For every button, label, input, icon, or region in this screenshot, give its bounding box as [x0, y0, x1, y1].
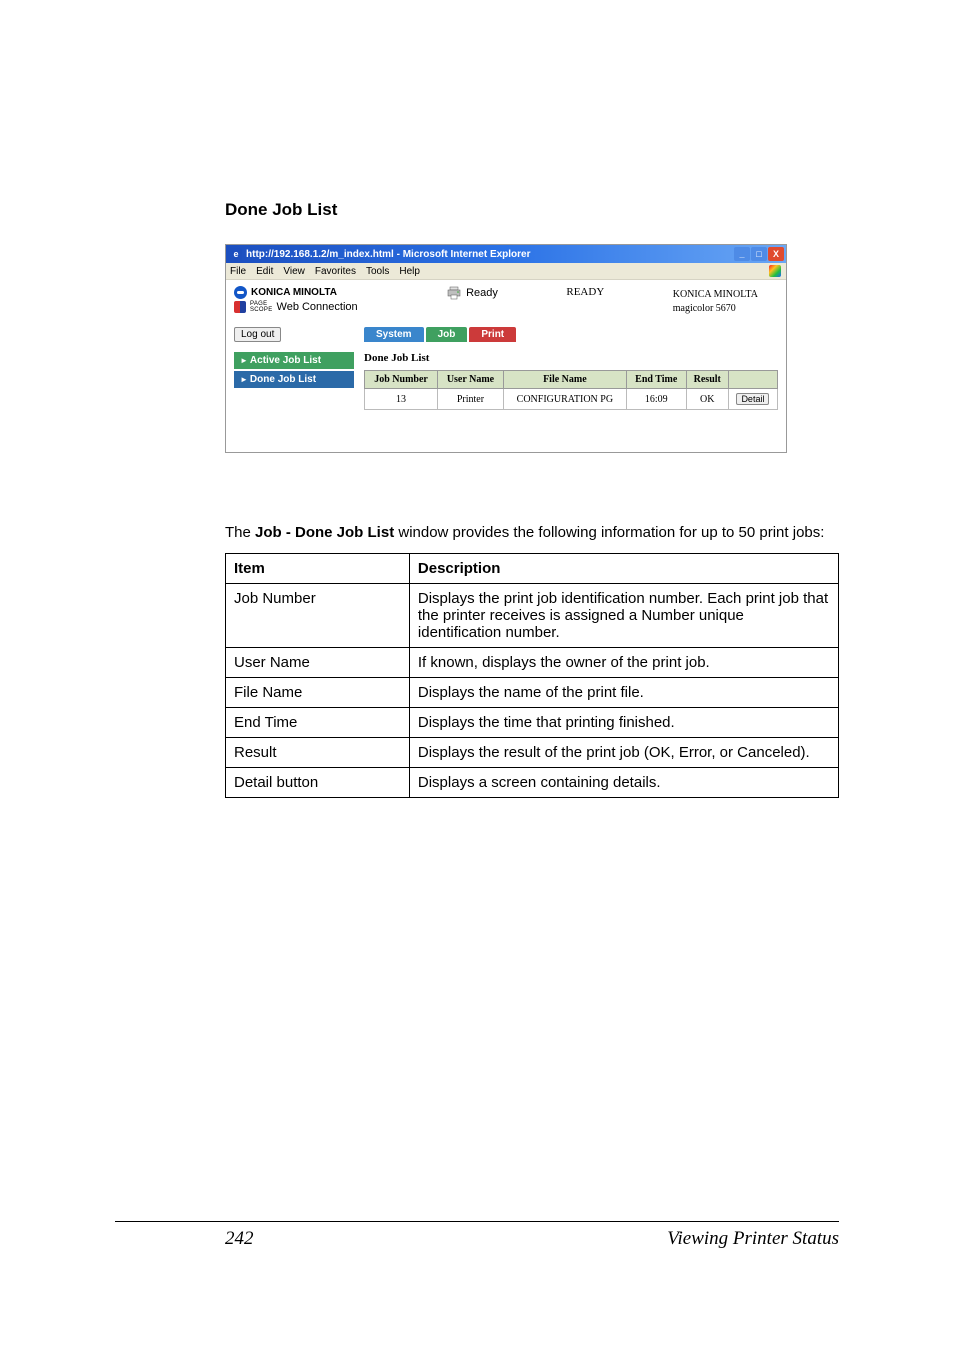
menu-edit[interactable]: Edit: [256, 266, 273, 277]
footer-label: Viewing Printer Status: [667, 1228, 839, 1250]
printer-icon: [446, 286, 462, 300]
desc-header-item: Item: [226, 554, 410, 584]
sidebar-item-active-jobs[interactable]: Active Job List: [234, 352, 354, 369]
cell-job-number: 13: [365, 389, 438, 410]
ready-center: READY: [566, 286, 604, 298]
brand-block: KONICA MINOLTA PAGE SCOPE Web Connection: [234, 286, 358, 313]
col-detail: [728, 371, 777, 389]
section-title: Done Job List: [225, 200, 839, 220]
description-table: Item Description Job Number Displays the…: [225, 553, 839, 798]
titlebar: e http://192.168.1.2/m_index.html - Micr…: [226, 245, 786, 263]
desc-row: Result Displays the result of the print …: [226, 738, 839, 768]
brand-dot-icon: [234, 286, 247, 299]
desc-row: Job Number Displays the print job identi…: [226, 584, 839, 648]
desc-value: Displays a screen containing details.: [409, 768, 838, 798]
desc-item: File Name: [226, 678, 410, 708]
model-block: KONICA MINOLTA magicolor 5670: [673, 286, 778, 315]
window-title: http://192.168.1.2/m_index.html - Micros…: [246, 249, 531, 260]
cell-file-name: CONFIGURATION PG: [503, 389, 626, 410]
panel-title: Done Job List: [364, 352, 778, 364]
intro-pre: The: [225, 524, 255, 541]
job-table: Job Number User Name File Name End Time …: [364, 370, 778, 410]
cell-end-time: 16:09: [626, 389, 686, 410]
side-menu: Active Job List Done Job List: [234, 352, 354, 388]
desc-value: If known, displays the owner of the prin…: [409, 648, 838, 678]
desc-item: End Time: [226, 708, 410, 738]
menu-favorites[interactable]: Favorites: [315, 266, 356, 277]
desc-row: User Name If known, displays the owner o…: [226, 648, 839, 678]
desc-value: Displays the result of the print job (OK…: [409, 738, 838, 768]
tab-print[interactable]: Print: [469, 327, 516, 342]
tab-job[interactable]: Job: [426, 327, 468, 342]
desc-item: Result: [226, 738, 410, 768]
desc-item: Detail button: [226, 768, 410, 798]
col-end-time: End Time: [626, 371, 686, 389]
col-file-name: File Name: [503, 371, 626, 389]
menu-file[interactable]: File: [230, 266, 246, 277]
desc-row: Detail button Displays a screen containi…: [226, 768, 839, 798]
page-footer: 242 Viewing Printer Status: [115, 1221, 839, 1250]
window-buttons: _ □ X: [734, 247, 784, 261]
browser-window: e http://192.168.1.2/m_index.html - Micr…: [225, 244, 787, 453]
menubar: File Edit View Favorites Tools Help: [226, 263, 786, 280]
ie-logo-icon: [768, 264, 782, 278]
detail-button[interactable]: Detail: [736, 393, 769, 405]
maximize-button[interactable]: □: [751, 247, 767, 261]
page-content: KONICA MINOLTA PAGE SCOPE Web Connection…: [226, 280, 786, 452]
menu-help[interactable]: Help: [399, 266, 420, 277]
desc-header-row: Item Description: [226, 554, 839, 584]
menu-tools[interactable]: Tools: [366, 266, 389, 277]
desc-value: Displays the print job identification nu…: [409, 584, 838, 648]
brand-name: KONICA MINOLTA: [251, 287, 337, 298]
desc-value: Displays the name of the print file.: [409, 678, 838, 708]
job-table-row: 13 Printer CONFIGURATION PG 16:09 OK Det…: [365, 389, 778, 410]
status-block: Ready: [446, 286, 498, 300]
col-user-name: User Name: [438, 371, 504, 389]
tabs: System Job Print: [364, 327, 778, 342]
status-label: Ready: [466, 287, 498, 299]
intro-post: window provides the following informatio…: [394, 524, 824, 541]
intro-paragraph: The Job - Done Job List window provides …: [225, 523, 839, 543]
pagescope-icon: [234, 301, 246, 313]
model-line2: magicolor 5670: [673, 302, 758, 316]
col-result: Result: [686, 371, 728, 389]
menu-view[interactable]: View: [283, 266, 305, 277]
col-job-number: Job Number: [365, 371, 438, 389]
desc-value: Displays the time that printing finished…: [409, 708, 838, 738]
page: Done Job List e http://192.168.1.2/m_ind…: [0, 0, 954, 1350]
desc-item: Job Number: [226, 584, 410, 648]
desc-header-description: Description: [409, 554, 838, 584]
pagescope-small-label: PAGE SCOPE: [250, 301, 273, 313]
intro-bold: Job - Done Job List: [255, 524, 394, 541]
page-number: 242: [115, 1228, 254, 1250]
model-line1: KONICA MINOLTA: [673, 288, 758, 302]
desc-item: User Name: [226, 648, 410, 678]
logout-button[interactable]: Log out: [234, 327, 281, 342]
job-table-header: Job Number User Name File Name End Time …: [365, 371, 778, 389]
cell-user-name: Printer: [438, 389, 504, 410]
desc-row: End Time Displays the time that printing…: [226, 708, 839, 738]
ie-icon: e: [230, 248, 242, 260]
cell-result: OK: [686, 389, 728, 410]
web-connection-label: Web Connection: [277, 301, 358, 313]
tab-system[interactable]: System: [364, 327, 424, 342]
main-panel: Done Job List Job Number User Name File …: [364, 352, 778, 438]
close-button[interactable]: X: [768, 247, 784, 261]
desc-row: File Name Displays the name of the print…: [226, 678, 839, 708]
minimize-button[interactable]: _: [734, 247, 750, 261]
sidebar-item-done-jobs[interactable]: Done Job List: [234, 371, 354, 388]
